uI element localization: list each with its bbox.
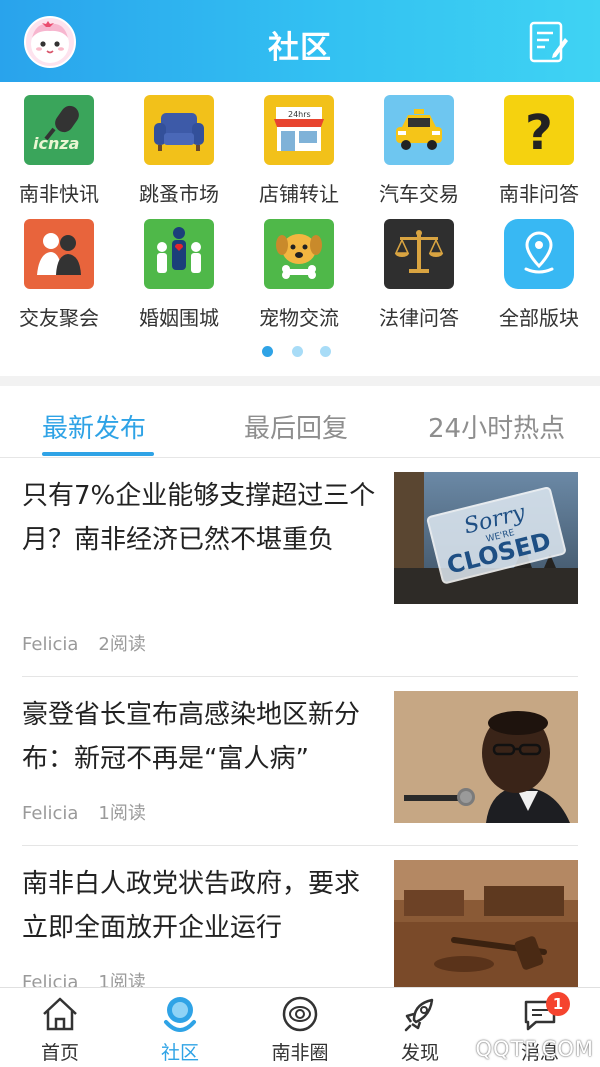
category-qa[interactable]: ? 南非问答 <box>480 90 600 210</box>
article-reads: 2阅读 <box>98 634 146 655</box>
article-thumbnail[interactable]: Sorry WE'RE CLOSED <box>394 472 578 604</box>
shop-icon: 24hrs <box>264 95 334 165</box>
category-shop-transfer[interactable]: 24hrs 店铺转让 <box>240 90 360 210</box>
category-flea-market[interactable]: 跳蚤市场 <box>120 90 240 210</box>
dog-icon <box>264 219 334 289</box>
nav-community[interactable]: 社区 <box>120 988 240 1067</box>
article-reads: 1阅读 <box>98 972 146 987</box>
microphone-icnza-icon: icnza <box>24 95 94 165</box>
unread-badge: 1 <box>546 992 570 1016</box>
nav-label: 社区 <box>160 1042 199 1064</box>
rocket-icon <box>404 998 434 1032</box>
nav-label: 南非圈 <box>271 1042 329 1064</box>
article-author: Felicia <box>22 803 79 824</box>
article-meta: Felicia 1阅读 <box>22 968 146 987</box>
sorry-closed-sign-image: Sorry WE'RE CLOSED <box>394 472 578 604</box>
edit-note-icon <box>529 21 568 63</box>
category-news[interactable]: icnza 南非快讯 <box>0 90 120 210</box>
location-pin-icon <box>504 219 574 289</box>
category-label: 跳蚤市场 <box>139 182 219 206</box>
tab-bar: 最新发布 最后回复 24小时热点 <box>0 386 600 458</box>
category-label: 全部版块 <box>499 306 579 330</box>
category-label: 婚姻围城 <box>139 306 219 330</box>
category-label: 法律问答 <box>379 306 459 330</box>
nav-label: 首页 <box>40 1042 79 1064</box>
taxi-icon <box>384 95 454 165</box>
planet-icon <box>282 996 318 1032</box>
category-label: 宠物交流 <box>259 306 339 330</box>
list-item[interactable]: 南非白人政党状告政府，要求立即全面放开企业运行 Felicia 1阅读 <box>0 846 600 987</box>
edit-button[interactable] <box>528 20 570 64</box>
sofa-icon <box>144 95 214 165</box>
article-title[interactable]: 南非白人政党状告政府，要求立即全面放开企业运行 <box>22 862 377 950</box>
list-item[interactable]: 只有7%企业能够支撑超过三个月？南非经济已然不堪重负 Felicia 2阅读 So… <box>0 458 600 676</box>
svg-text:24hrs: 24hrs <box>288 110 311 119</box>
article-author: Felicia <box>22 634 79 655</box>
article-meta: Felicia 2阅读 <box>22 630 146 656</box>
category-label: 南非问答 <box>499 182 579 206</box>
tab-last-reply[interactable]: 最后回复 <box>244 408 348 445</box>
family-icon <box>144 219 214 289</box>
svg-text:?: ? <box>525 105 553 161</box>
friends-icon <box>24 219 94 289</box>
speaker-at-microphone-image <box>394 691 578 823</box>
section-divider <box>0 376 600 386</box>
nav-discover[interactable]: 发现 <box>360 988 480 1067</box>
scales-icon <box>384 219 454 289</box>
courtroom-gavel-image <box>394 860 578 987</box>
category-legal[interactable]: 法律问答 <box>360 214 480 334</box>
category-label: 南非快讯 <box>19 182 99 206</box>
category-car-trade[interactable]: 汽车交易 <box>360 90 480 210</box>
page-title: 社区 <box>268 30 332 66</box>
category-friends[interactable]: 交友聚会 <box>0 214 120 334</box>
category-pets[interactable]: 宠物交流 <box>240 214 360 334</box>
page-dot[interactable] <box>320 346 331 357</box>
article-meta: Felicia 1阅读 <box>22 799 146 825</box>
list-item[interactable]: 豪登省长宣布高感染地区新分布：新冠不再是“富人病” Felicia 1阅读 <box>0 677 600 845</box>
nav-sa-circle[interactable]: 南非圈 <box>240 988 360 1067</box>
page-dot-active[interactable] <box>262 346 273 357</box>
tab-active-indicator <box>42 452 154 456</box>
community-icon <box>164 997 196 1032</box>
category-label: 交友聚会 <box>19 306 99 330</box>
watermark: QQTF.COM <box>475 1037 594 1061</box>
nav-home[interactable]: 首页 <box>0 988 120 1067</box>
category-all-sections[interactable]: 全部版块 <box>480 214 600 334</box>
category-marriage[interactable]: 婚姻围城 <box>120 214 240 334</box>
tab-latest[interactable]: 最新发布 <box>42 408 146 445</box>
article-thumbnail[interactable] <box>394 860 578 987</box>
category-grid: icnza 南非快讯 跳蚤市场 24hrs 店铺转让 汽车交易 ? 南非问答 交… <box>0 90 600 380</box>
category-label: 店铺转让 <box>259 182 339 206</box>
tab-24h-hot[interactable]: 24小时热点 <box>428 408 565 445</box>
page-indicator <box>262 346 342 358</box>
header-bar: 社区 <box>0 0 600 82</box>
article-title[interactable]: 只有7%企业能够支撑超过三个月？南非经济已然不堪重负 <box>22 474 377 562</box>
article-author: Felicia <box>22 972 79 987</box>
category-label: 汽车交易 <box>379 182 459 206</box>
home-icon <box>43 997 77 1031</box>
question-mark-icon: ? <box>504 95 574 165</box>
article-reads: 1阅读 <box>98 803 146 824</box>
nav-label: 发现 <box>400 1042 439 1064</box>
svg-text:icnza: icnza <box>33 134 79 153</box>
article-title[interactable]: 豪登省长宣布高感染地区新分布：新冠不再是“富人病” <box>22 693 377 781</box>
article-thumbnail[interactable] <box>394 691 578 823</box>
page-dot[interactable] <box>292 346 303 357</box>
